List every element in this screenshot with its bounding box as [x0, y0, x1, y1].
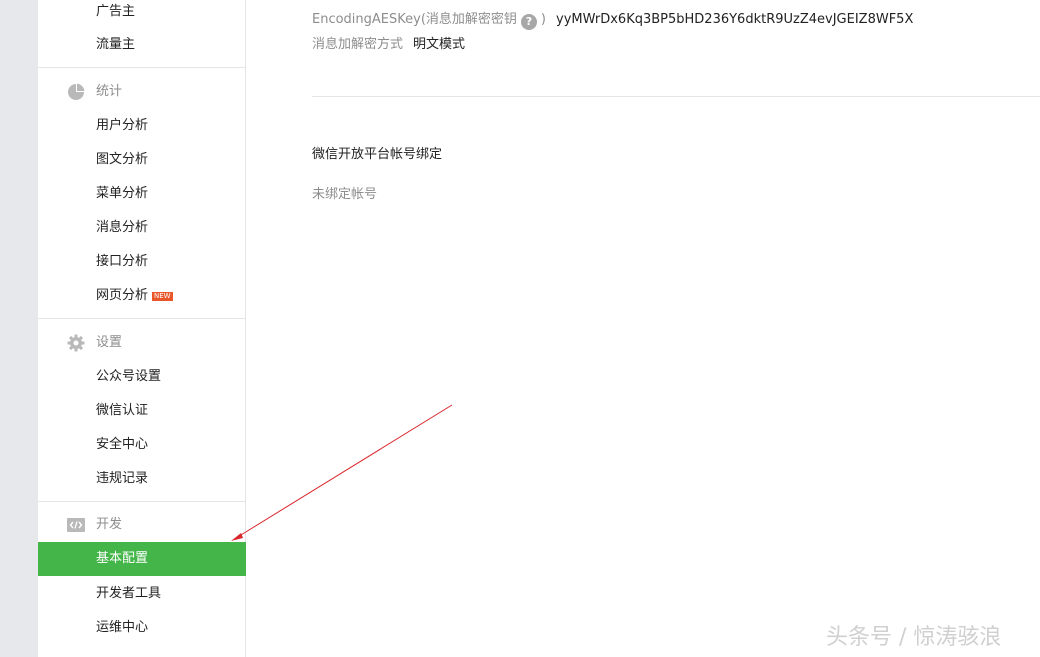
sidebar-item-wechat-verify[interactable]: 微信认证: [38, 394, 246, 428]
sidebar-group-settings: 设置: [38, 326, 246, 360]
main-content: EncodingAESKey(消息加解密密钥?) yyMWrDx6Kq3BP5bH…: [247, 0, 1040, 657]
sidebar-item-article-analysis[interactable]: 图文分析: [38, 143, 246, 177]
code-icon: [67, 518, 85, 532]
sidebar-divider: [38, 67, 245, 68]
aes-key-label-close: ): [540, 12, 546, 27]
sidebar-item-security-center[interactable]: 安全中心: [38, 428, 246, 462]
sidebar-group-title: 统计: [96, 84, 123, 99]
sidebar-divider: [38, 501, 245, 502]
sidebar-item-publisher[interactable]: 流量主: [38, 28, 246, 62]
pie-chart-icon: [68, 83, 85, 100]
sidebar-group-stats: 统计: [38, 75, 246, 109]
sidebar-item-account-settings[interactable]: 公众号设置: [38, 360, 246, 394]
aes-key-value: yyMWrDx6Kq3BP5bHD236Y6dktR9UzZ4evJGEIZ8W…: [556, 12, 914, 27]
sidebar-item-advertiser[interactable]: 广告主: [38, 0, 246, 29]
help-icon[interactable]: ?: [520, 14, 537, 30]
sidebar-item-ops-center[interactable]: 运维中心: [38, 611, 246, 645]
sidebar-item-web-analysis[interactable]: 网页分析 NEW: [38, 279, 246, 313]
sidebar-group-dev: 开发: [38, 508, 246, 542]
sidebar-item-label: 网页分析: [96, 288, 149, 303]
aes-key-row: EncodingAESKey(消息加解密密钥?) yyMWrDx6Kq3BP5bH…: [312, 8, 913, 30]
sidebar-item-menu-analysis[interactable]: 菜单分析: [38, 177, 246, 211]
open-platform-title: 微信开放平台帐号绑定: [312, 147, 443, 162]
gear-icon: [67, 334, 85, 352]
section-divider: [312, 96, 1040, 97]
sidebar-divider: [38, 318, 245, 319]
sidebar-item-basic-config[interactable]: 基本配置: [38, 542, 246, 576]
sidebar-item-developer-tools[interactable]: 开发者工具: [38, 577, 246, 611]
sidebar-item-violation-records[interactable]: 违规记录: [38, 462, 246, 496]
left-gutter: [0, 0, 38, 657]
sidebar-item-user-analysis[interactable]: 用户分析: [38, 109, 246, 143]
sidebar-item-api-analysis[interactable]: 接口分析: [38, 245, 246, 279]
aes-key-label-text: EncodingAESKey(消息加解密密钥: [312, 12, 517, 27]
sidebar-group-title: 设置: [96, 335, 123, 350]
aes-key-label: EncodingAESKey(消息加解密密钥?): [312, 12, 546, 30]
sidebar-item-message-analysis[interactable]: 消息分析: [38, 211, 246, 245]
page: 广告主 流量主 统计 用户分析 图文分析 菜单分析 消息分析 接口分析 网页分析…: [0, 0, 1040, 657]
open-platform-status: 未绑定帐号: [312, 187, 378, 202]
sidebar: 广告主 流量主 统计 用户分析 图文分析 菜单分析 消息分析 接口分析 网页分析…: [38, 0, 246, 657]
sidebar-group-title: 开发: [96, 517, 123, 532]
watermark: 头条号 / 惊涛骇浪: [826, 625, 1002, 650]
new-badge: NEW: [152, 292, 173, 301]
encrypt-mode-label: 消息加解密方式: [312, 37, 404, 52]
encrypt-mode-value: 明文模式: [413, 37, 466, 52]
encrypt-mode-row: 消息加解密方式 明文模式: [312, 33, 465, 52]
